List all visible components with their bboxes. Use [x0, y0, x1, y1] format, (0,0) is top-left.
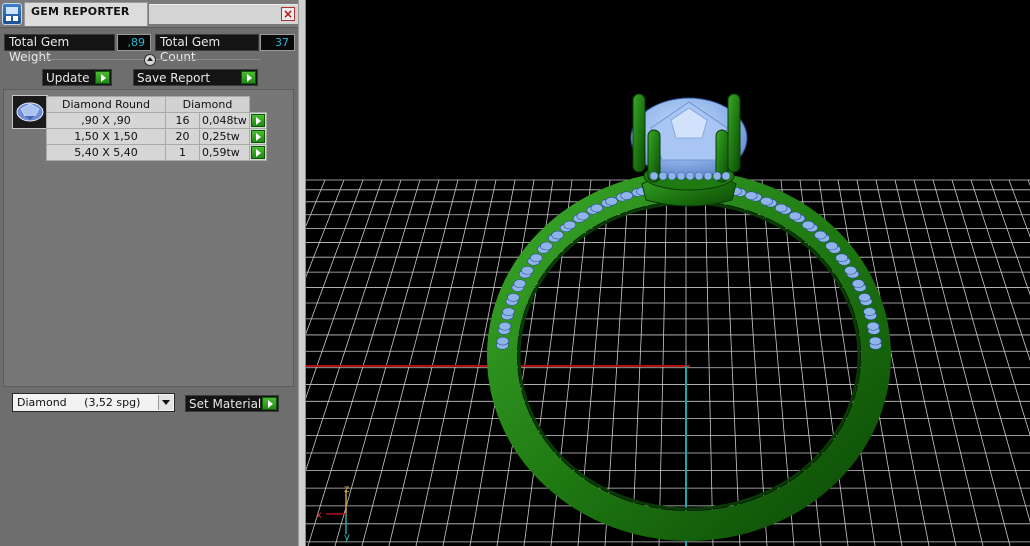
panel-splitter[interactable]	[298, 0, 306, 546]
gem-count-cell: 16	[165, 112, 200, 129]
pave-stones	[496, 181, 882, 350]
close-button[interactable]: ×	[281, 7, 295, 21]
update-button-label: Update	[46, 71, 90, 85]
set-material-button[interactable]: Set Material	[185, 395, 279, 412]
gem-count-cell: 1	[165, 144, 200, 161]
app-logo-icon	[2, 3, 22, 25]
3d-viewport[interactable]: z x y	[306, 0, 1030, 546]
total-gem-weight-label: Total Gem Weight	[4, 34, 115, 64]
axis-label-y: y	[344, 532, 350, 543]
title-bar-fill	[149, 4, 298, 24]
gem-size-cell: 1,50 X 1,50	[46, 128, 166, 145]
material-dropdown-value: Diamond (3,52 spg)	[17, 396, 141, 409]
window-title: GEM REPORTER	[31, 5, 130, 18]
ground-grid	[306, 179, 1030, 546]
axis-label-x: x	[316, 510, 322, 521]
column-header-shape: Diamond Round	[46, 96, 166, 113]
play-arrow-icon	[262, 397, 277, 410]
gem-count-cell: 20	[165, 128, 200, 145]
ring-model[interactable]	[487, 93, 891, 541]
update-button[interactable]: Update	[42, 69, 112, 86]
close-icon: ×	[282, 7, 294, 21]
gem-thumbnail-icon[interactable]	[12, 95, 48, 129]
total-gem-count-value: 37	[260, 34, 295, 51]
gem-table: Diamond Round Diamond ,90 X ,90 16 0,048…	[46, 96, 267, 161]
row-select-arrow-icon[interactable]	[251, 146, 265, 159]
save-report-button-label: Save Report	[137, 71, 211, 85]
gem-report-area: Diamond Round Diamond ,90 X ,90 16 0,048…	[3, 89, 294, 387]
title-tab[interactable]: GEM REPORTER	[24, 2, 148, 26]
play-arrow-icon	[241, 71, 256, 84]
table-header-row: Diamond Round Diamond	[46, 96, 267, 113]
table-row[interactable]: 5,40 X 5,40 1 0,59tw	[46, 144, 267, 161]
axis-label-z: z	[344, 484, 349, 495]
play-arrow-icon	[95, 71, 110, 84]
table-row[interactable]: 1,50 X 1,50 20 0,25tw	[46, 128, 267, 145]
axis-triad: z x y	[316, 484, 350, 543]
halo-stones	[649, 171, 731, 181]
gem-size-cell: ,90 X ,90	[46, 112, 166, 129]
title-bar: GEM REPORTER ×	[0, 0, 298, 28]
save-report-button[interactable]: Save Report	[133, 69, 258, 86]
set-material-button-label: Set Material	[189, 397, 262, 411]
gem-weight-cell: 0,048tw	[199, 112, 250, 129]
chevron-down-icon[interactable]	[158, 395, 173, 410]
gem-reporter-panel: GEM REPORTER × Total Gem Weight ,89 Tota…	[0, 0, 298, 546]
row-select-arrow-icon[interactable]	[251, 114, 265, 127]
table-row[interactable]: ,90 X ,90 16 0,048tw	[46, 112, 267, 129]
total-gem-weight-value: ,89	[117, 34, 151, 51]
gem-weight-cell: 0,59tw	[199, 144, 250, 161]
material-dropdown[interactable]: Diamond (3,52 spg)	[12, 393, 175, 412]
gem-weight-cell: 0,25tw	[199, 128, 250, 145]
gem-size-cell: 5,40 X 5,40	[46, 144, 166, 161]
row-select-arrow-icon[interactable]	[251, 130, 265, 143]
collapse-toggle-icon[interactable]	[144, 54, 156, 66]
total-gem-count-label: Total Gem Count	[155, 34, 259, 64]
viewport-canvas[interactable]: z x y	[306, 0, 1030, 546]
column-header-material: Diamond	[165, 96, 250, 113]
